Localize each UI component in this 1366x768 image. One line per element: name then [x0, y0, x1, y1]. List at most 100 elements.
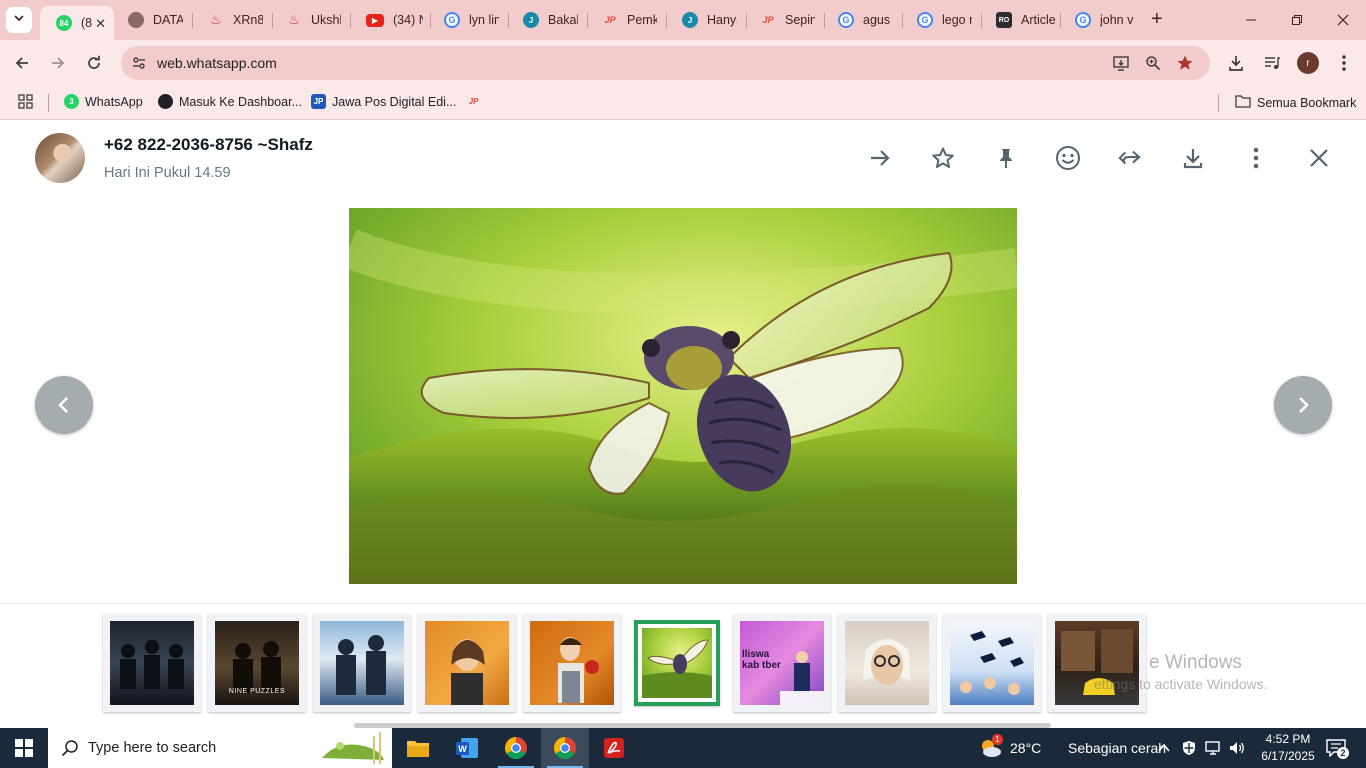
tinder-icon: ♨: [210, 12, 222, 27]
clock-date: 6/17/2025: [1261, 749, 1315, 763]
reload-button[interactable]: [80, 49, 108, 77]
tab-article[interactable]: RO Article: [980, 0, 1060, 40]
sender-name[interactable]: +62 822-2036-8756 ~Shafz: [104, 135, 313, 155]
google-icon: G: [1075, 12, 1091, 28]
bookmark-star-icon[interactable]: [1175, 53, 1195, 73]
close-icon[interactable]: [1306, 145, 1332, 171]
tab-bakal[interactable]: J Bakal: [507, 0, 587, 40]
all-bookmarks-folder[interactable]: Semua Bookmark: [1235, 94, 1356, 111]
thumb-drama-poster[interactable]: [313, 614, 411, 712]
bookmark-folder-label: Semua Bookmark: [1257, 95, 1357, 110]
tab-data[interactable]: DATA: [112, 0, 192, 40]
tab-lyn-lin[interactable]: G lyn lin: [428, 0, 508, 40]
taskbar-acrobat[interactable]: [590, 728, 638, 768]
data-icon: [128, 12, 144, 28]
new-tab-button[interactable]: +: [1151, 9, 1163, 29]
more-icon[interactable]: [1243, 145, 1269, 171]
back-button[interactable]: [8, 49, 36, 77]
chevron-right-icon: [1299, 397, 1309, 413]
arrow-left-icon: [15, 57, 28, 69]
tab-title: Article: [1021, 13, 1056, 27]
tab-lego[interactable]: G lego r: [901, 0, 981, 40]
address-bar[interactable]: web.whatsapp.com: [121, 46, 1210, 80]
site-icon: J: [523, 12, 539, 28]
tab-search-button[interactable]: [6, 7, 32, 33]
install-app-icon[interactable]: [1111, 53, 1131, 73]
forward-icon[interactable]: [867, 145, 893, 171]
plus-icon: +: [1151, 8, 1163, 30]
close-window-button[interactable]: [1320, 0, 1366, 40]
media-control-icon[interactable]: [1261, 52, 1283, 74]
thumb-cicada[interactable]: [634, 620, 720, 706]
tab-ukshh[interactable]: ♨ Ukshh: [270, 0, 350, 40]
zoom-icon[interactable]: [1143, 53, 1163, 73]
tab-youtube[interactable]: ▶ (34) N: [350, 0, 430, 40]
thumb-graduation-poster[interactable]: lliswa kab tber: [733, 614, 831, 712]
thumb-woman-apron[interactable]: [523, 614, 621, 712]
volume-icon[interactable]: [1227, 738, 1247, 758]
profile-avatar[interactable]: r: [1297, 52, 1319, 74]
taskbar-file-explorer[interactable]: [394, 728, 442, 768]
bookmark-jawapos[interactable]: JP Jawa Pos Digital Edi...: [311, 94, 456, 109]
thumb-street-shop[interactable]: [1048, 614, 1146, 712]
notification-center-icon[interactable]: 2: [1324, 738, 1349, 759]
activate-windows-title: e Windows: [1149, 652, 1242, 673]
security-shield-icon[interactable]: [1179, 738, 1199, 758]
tab-title: Hanya: [707, 13, 737, 27]
restore-button[interactable]: [1274, 0, 1320, 40]
weather-alert-badge: 1: [992, 734, 1003, 745]
browser-toolbar: web.whatsapp.com: [0, 40, 1366, 86]
weather-icon[interactable]: 1: [978, 734, 1003, 758]
thumb-graduation-caps[interactable]: [943, 614, 1041, 712]
sender-avatar[interactable]: [35, 133, 85, 183]
url-text[interactable]: web.whatsapp.com: [157, 55, 277, 71]
start-button[interactable]: [0, 728, 48, 768]
chrome-menu-icon[interactable]: [1333, 52, 1355, 74]
main-media-image[interactable]: [349, 208, 1017, 584]
tab-title: Pemk: [627, 13, 657, 27]
close-tab-icon[interactable]: ✕: [95, 16, 106, 32]
taskbar-clock[interactable]: 4:52 PM 6/17/2025: [1256, 731, 1320, 765]
tab-agus[interactable]: G agus p: [822, 0, 902, 40]
arrow-right-icon: [52, 57, 65, 69]
bookmark-label: Jawa Pos Digital Edi...: [332, 94, 457, 109]
emoji-icon[interactable]: [1055, 145, 1081, 171]
word-icon: W: [456, 738, 478, 758]
thumbnail-divider: [0, 603, 1366, 604]
chevron-up-icon[interactable]: [1154, 738, 1174, 758]
chevron-left-icon: [58, 397, 68, 413]
bookmark-jp-icon-only[interactable]: JP: [466, 94, 487, 109]
taskbar-chrome-profile[interactable]: [541, 728, 589, 768]
downloads-icon[interactable]: [1225, 52, 1247, 74]
previous-media-button[interactable]: [35, 376, 93, 434]
network-icon[interactable]: [1203, 738, 1223, 758]
pin-icon[interactable]: [993, 145, 1019, 171]
tab-xrn8[interactable]: ♨ XRn8: [192, 0, 272, 40]
apps-grid-icon[interactable]: [18, 94, 33, 109]
minimize-button[interactable]: [1228, 0, 1274, 40]
tab-sepin[interactable]: JP Sepin: [744, 0, 824, 40]
taskbar-chrome[interactable]: [492, 728, 540, 768]
taskbar-word[interactable]: W: [443, 728, 491, 768]
tab-hanya[interactable]: J Hanya: [666, 0, 746, 40]
tab-john[interactable]: G john v: [1059, 0, 1141, 40]
weather-temperature[interactable]: 28°C: [1010, 740, 1041, 756]
tab-whatsapp[interactable]: 84 (8 ✕: [40, 6, 114, 40]
site-settings-icon[interactable]: [129, 53, 149, 73]
thumb-elderly-portrait[interactable]: [838, 614, 936, 712]
star-icon[interactable]: [930, 145, 956, 171]
tab-pemk[interactable]: JP Pemk: [586, 0, 666, 40]
share-icon[interactable]: [1117, 145, 1143, 171]
minimize-icon: [1246, 19, 1256, 21]
chevron-down-icon: [13, 11, 25, 29]
bookmark-whatsapp[interactable]: 3 WhatsApp: [64, 94, 143, 109]
next-media-button[interactable]: [1274, 376, 1332, 434]
download-icon[interactable]: [1180, 145, 1206, 171]
bookmark-dashboard[interactable]: Masuk Ke Dashboar...: [158, 94, 302, 109]
thumb-group-dark[interactable]: [103, 614, 201, 712]
forward-nav-button[interactable]: [44, 49, 72, 77]
thumb-nine-puzzles[interactable]: NINE PUZZLES: [208, 614, 306, 712]
thumb-woman-hair[interactable]: [418, 614, 516, 712]
taskbar-search-box[interactable]: Type here to search: [48, 728, 392, 768]
weather-description[interactable]: Sebagian cerah: [1068, 740, 1166, 756]
